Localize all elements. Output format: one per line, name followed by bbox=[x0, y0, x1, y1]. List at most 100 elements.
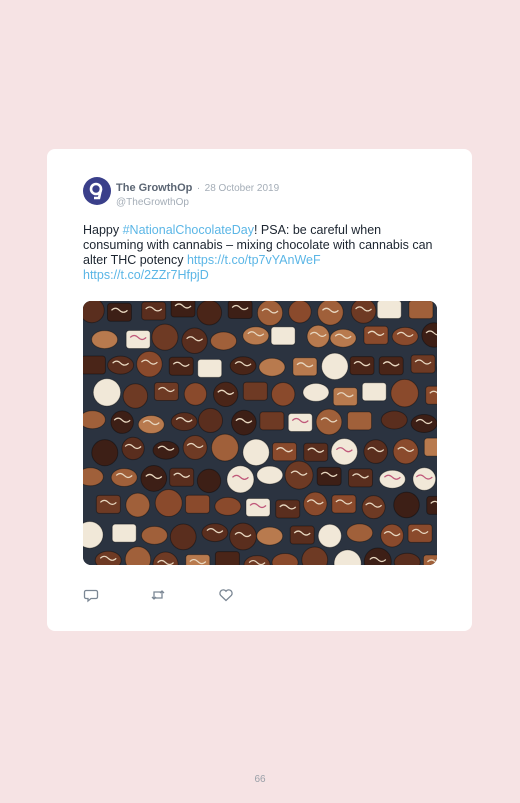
heart-icon[interactable] bbox=[218, 587, 234, 603]
chocolate-piece bbox=[141, 301, 167, 321]
url-link[interactable]: https://t.co/2ZZr7HfpjD bbox=[83, 268, 209, 282]
url-link[interactable]: https://t.co/tp7vYAnWeF bbox=[187, 253, 321, 267]
chocolate-piece bbox=[83, 410, 106, 430]
chocolate-piece bbox=[152, 440, 180, 460]
chocolate-piece bbox=[169, 523, 197, 551]
chocolate-piece bbox=[122, 383, 149, 409]
chocolate-piece bbox=[284, 460, 314, 490]
reply-icon[interactable] bbox=[83, 587, 99, 603]
chocolate-piece bbox=[303, 491, 328, 517]
chocolate-piece bbox=[426, 495, 437, 515]
avatar[interactable] bbox=[83, 177, 111, 205]
retweet-icon[interactable] bbox=[150, 587, 166, 603]
chocolate-piece bbox=[350, 301, 377, 324]
tweet-date[interactable]: 28 October 2019 bbox=[205, 183, 280, 194]
chocolate-piece bbox=[272, 442, 298, 462]
chocolate-piece bbox=[137, 415, 165, 435]
chocolate-piece bbox=[259, 411, 285, 431]
chocolate-piece bbox=[185, 554, 211, 565]
chocolate-piece bbox=[302, 382, 330, 402]
chocolates-photo bbox=[83, 301, 437, 565]
chocolate-piece bbox=[140, 465, 168, 492]
chocolate-piece bbox=[229, 522, 257, 551]
chocolate-piece bbox=[196, 301, 223, 326]
chocolate-piece bbox=[292, 357, 318, 377]
display-name[interactable]: The GrowthOp bbox=[116, 182, 192, 194]
chocolate-piece bbox=[226, 465, 255, 494]
chocolate-piece bbox=[330, 437, 359, 466]
chocolate-piece bbox=[183, 382, 208, 406]
chocolate-piece bbox=[196, 468, 222, 494]
chocolate-piece bbox=[275, 499, 301, 519]
chocolate-piece bbox=[91, 439, 119, 467]
chocolate-piece bbox=[332, 387, 358, 407]
chocolate-piece bbox=[378, 356, 404, 376]
chocolate-piece bbox=[83, 355, 106, 375]
chocolate-piece bbox=[380, 523, 404, 548]
hashtag-link[interactable]: #NationalChocolateDay bbox=[123, 223, 254, 237]
chocolate-piece bbox=[391, 326, 419, 346]
chocolate-piece bbox=[287, 413, 313, 433]
chocolate-piece bbox=[412, 467, 437, 491]
chocolate-piece bbox=[213, 381, 239, 408]
chocolate-piece bbox=[214, 551, 240, 565]
chocolate-piece bbox=[256, 526, 284, 546]
chocolate-piece bbox=[303, 442, 329, 462]
tweet-text-part: Happy bbox=[83, 223, 123, 237]
chocolate-piece bbox=[329, 328, 357, 348]
chocolate-piece bbox=[361, 382, 387, 402]
chocolate-piece bbox=[245, 497, 271, 517]
tweet-card: The GrowthOp · 28 October 2019 @TheGrowt… bbox=[47, 149, 472, 631]
chocolate-piece bbox=[407, 523, 433, 543]
chocolate-piece bbox=[256, 465, 284, 485]
chocolate-piece bbox=[363, 439, 389, 464]
chocolate-piece bbox=[425, 385, 437, 405]
chocolate-piece bbox=[410, 354, 436, 374]
chocolate-piece bbox=[306, 324, 330, 348]
chocolate-piece bbox=[168, 356, 194, 376]
chocolate-piece bbox=[390, 378, 419, 408]
chocolate-piece bbox=[392, 438, 419, 465]
chocolate-piece bbox=[153, 382, 179, 402]
chocolate-piece bbox=[316, 466, 342, 486]
chocolate-piece bbox=[315, 408, 343, 436]
chocolate-piece bbox=[230, 409, 257, 436]
chocolate-piece bbox=[289, 525, 315, 545]
tweet-image[interactable] bbox=[83, 301, 437, 565]
chocolate-piece bbox=[136, 350, 163, 378]
chocolate-piece bbox=[317, 523, 342, 549]
chocolate-piece bbox=[92, 378, 122, 407]
chocolate-piece bbox=[197, 358, 223, 378]
chocolate-piece bbox=[154, 489, 183, 517]
separator: · bbox=[196, 183, 201, 194]
page-number: 66 bbox=[254, 774, 266, 785]
chocolate-piece bbox=[349, 356, 375, 376]
chocolate-piece bbox=[242, 381, 268, 401]
growthop-logo-icon bbox=[89, 182, 103, 200]
tweet-text: Happy #NationalChocolateDay! PSA: be car… bbox=[83, 223, 443, 283]
chocolate-piece bbox=[361, 495, 386, 520]
chocolate-piece bbox=[197, 407, 224, 434]
chocolate-piece bbox=[380, 410, 408, 430]
chocolate-piece bbox=[423, 437, 437, 457]
chocolate-piece bbox=[169, 467, 195, 487]
chocolate-piece bbox=[140, 525, 168, 545]
chocolate-piece bbox=[210, 331, 238, 351]
chocolate-piece bbox=[288, 301, 312, 324]
chocolate-piece bbox=[91, 330, 119, 350]
chocolate-piece bbox=[270, 382, 296, 407]
chocolate-piece bbox=[378, 469, 406, 489]
chocolate-piece bbox=[227, 301, 253, 320]
chocolate-piece bbox=[346, 523, 374, 543]
chocolate-piece bbox=[201, 523, 229, 543]
chocolate-piece bbox=[107, 355, 135, 375]
chocolate-piece bbox=[408, 301, 434, 320]
chocolate-piece bbox=[151, 323, 179, 351]
chocolate-piece bbox=[111, 523, 137, 543]
handle[interactable]: @TheGrowthOp bbox=[116, 197, 279, 208]
chocolate-piece bbox=[256, 301, 284, 327]
chocolate-piece bbox=[242, 438, 270, 467]
chocolate-piece bbox=[185, 494, 211, 514]
chocolate-piece bbox=[181, 327, 208, 354]
chocolate-piece bbox=[348, 468, 374, 488]
